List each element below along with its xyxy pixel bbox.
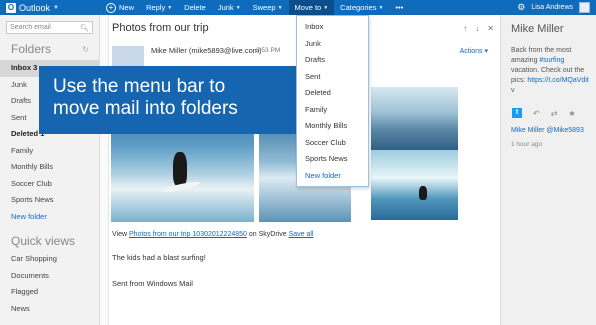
actions-menu[interactable]: Actions ▾	[460, 47, 488, 55]
message-signature: Sent from Windows Mail	[112, 279, 193, 288]
menu-item-monthly-bills[interactable]: Monthly Bills	[297, 118, 368, 135]
folder-monthly-bills[interactable]: Monthly Bills	[0, 159, 99, 176]
folder-family[interactable]: Family	[0, 143, 99, 160]
menu-item-sports-news[interactable]: Sports News	[297, 151, 368, 168]
search-placeholder: Search email	[10, 24, 51, 31]
account-area: ⚙ Lisa Andrews	[517, 0, 596, 15]
surf-photo-3[interactable]	[371, 87, 458, 151]
contact-name[interactable]: Mike Miller	[501, 15, 596, 35]
menu-item-sent[interactable]: Sent	[297, 69, 368, 86]
arrow-down-icon[interactable]: ↓	[475, 24, 479, 33]
chevron-down-icon: ▾	[484, 48, 488, 55]
menu-item-drafts[interactable]: Drafts	[297, 52, 368, 69]
new-folder-link[interactable]: New folder	[0, 209, 99, 226]
quickview-documents[interactable]: Documents	[0, 268, 99, 285]
folder-soccer-club[interactable]: Soccer Club	[0, 176, 99, 193]
chevron-down-icon: ▼	[277, 4, 283, 11]
refresh-icon[interactable]: ↻	[82, 45, 89, 54]
album-link-line: View Photos from our trip 10302012224850…	[112, 231, 314, 238]
menu-item-new-folder[interactable]: New folder	[297, 168, 368, 185]
menu-item-inbox[interactable]: Inbox	[297, 19, 368, 36]
reply-button[interactable]: Reply ▼	[140, 0, 178, 15]
sender-name[interactable]: Mike Miller (mike5893@live.com)	[151, 46, 262, 55]
chevron-down-icon: ▼	[235, 4, 241, 11]
arrow-up-icon[interactable]: ↑	[463, 24, 467, 33]
move-to-button[interactable]: Move to ▼	[288, 0, 335, 15]
folders-heading[interactable]: Folders ↻	[0, 34, 99, 56]
quickview-flagged[interactable]: Flagged	[0, 284, 99, 301]
gear-icon[interactable]: ⚙	[517, 2, 525, 13]
new-button[interactable]: + New	[100, 0, 140, 15]
close-icon[interactable]: ✕	[487, 24, 494, 33]
save-all-link[interactable]: Save all	[289, 231, 314, 238]
app-name: Outlook	[19, 2, 51, 13]
chevron-down-icon: ▼	[167, 4, 173, 11]
album-link[interactable]: Photos from our trip 10302012224850	[129, 231, 247, 238]
star-icon[interactable]: ★	[568, 109, 575, 118]
message-nav: ↑ ↓ ✕	[463, 24, 494, 33]
tweet-time: 1 hour ago	[511, 141, 543, 148]
tweet-text: Back from the most amazing #surfing vaca…	[511, 47, 589, 94]
quickview-car-shopping[interactable]: Car Shopping	[0, 251, 99, 268]
hashtag-link[interactable]: #surfing	[539, 57, 564, 64]
chevron-down-icon: ▼	[378, 4, 384, 11]
outlook-logo[interactable]: O Outlook ▼	[0, 0, 100, 15]
delete-button[interactable]: Delete	[178, 0, 212, 15]
message-list[interactable]	[100, 15, 109, 325]
surfer-figure	[419, 186, 427, 200]
menu-item-family[interactable]: Family	[297, 102, 368, 119]
move-to-menu: Inbox Junk Drafts Sent Deleted Family Mo…	[296, 15, 369, 187]
junk-button[interactable]: Junk ▼	[212, 0, 247, 15]
menu-item-junk[interactable]: Junk	[297, 36, 368, 53]
chevron-down-icon: ▼	[53, 4, 59, 11]
message-body-line: The kids had a blast surfing!	[112, 253, 206, 262]
menu-item-deleted[interactable]: Deleted	[297, 85, 368, 102]
top-command-bar: O Outlook ▼ + New Reply ▼ Delete Junk ▼ Sw…	[0, 0, 596, 15]
outlook-logo-icon: O	[6, 2, 16, 13]
social-pane: Mike Miller Back from the most amazing #…	[500, 15, 596, 325]
sweep-button[interactable]: Sweep ▼	[247, 0, 289, 15]
tweet-link[interactable]: https://t.co/MQaVdit	[527, 77, 588, 84]
categories-button[interactable]: Categories ▼	[334, 0, 389, 15]
chevron-down-icon: ▼	[323, 4, 329, 11]
quickview-news[interactable]: News	[0, 301, 99, 318]
tweet-actions: t ↶ ⇄ ★	[501, 96, 596, 118]
retweet-icon[interactable]: ⇄	[551, 109, 558, 118]
surfer-figure	[173, 152, 187, 186]
quick-views-heading[interactable]: Quick views	[0, 225, 99, 248]
folder-pane: Search email 🔍︎ Folders ↻ Inbox 3 Junk D…	[0, 15, 100, 325]
plus-icon: +	[106, 2, 116, 13]
search-icon[interactable]: 🔍︎	[80, 24, 89, 32]
user-name[interactable]: Lisa Andrews	[531, 4, 573, 11]
folder-sports-news[interactable]: Sports News	[0, 192, 99, 209]
tutorial-callout: Use the menu bar to move mail into folde…	[39, 66, 301, 134]
message-subject: Photos from our trip	[112, 22, 209, 34]
surf-photo-4[interactable]	[371, 150, 458, 220]
sent-time: 3:53 PM	[256, 47, 281, 54]
search-input[interactable]: Search email 🔍︎	[6, 21, 93, 34]
twitter-icon: t	[512, 108, 522, 118]
more-commands-button[interactable]: •••	[389, 0, 409, 15]
avatar[interactable]	[579, 2, 590, 13]
reply-icon[interactable]: ↶	[533, 109, 540, 118]
menu-item-soccer-club[interactable]: Soccer Club	[297, 135, 368, 152]
twitter-handle[interactable]: Mike Miller @Mike5893	[501, 118, 596, 134]
